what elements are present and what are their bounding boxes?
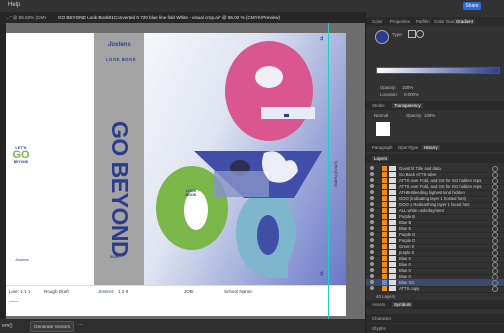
artboard-canvas[interactable]: LET'S GO BEYOND Jostens Jostens LOOK BOO… [6, 23, 365, 319]
footer-page: 1 2 6 [118, 289, 129, 294]
eye-icon[interactable] [370, 226, 374, 230]
location-value[interactable]: 0.000% [404, 92, 419, 97]
transparency-thumb [376, 122, 390, 136]
footer-brand: Jostens [98, 289, 114, 294]
cover-look-book: LOOK BOOK [185, 189, 197, 197]
eye-icon[interactable] [370, 190, 374, 194]
go-text: GO [12, 149, 30, 161]
trans-opacity-value[interactable]: 100% [424, 113, 435, 118]
layers-tabs: Layers [366, 154, 504, 163]
eye-icon[interactable] [370, 286, 374, 290]
eye-icon[interactable] [370, 202, 374, 206]
eye-icon[interactable] [370, 268, 374, 272]
assets-tabs: Assets Symbols [366, 300, 504, 309]
pink-e-shape [225, 41, 315, 141]
location-label: Location: [380, 92, 398, 97]
tab-history[interactable]: History [422, 145, 440, 150]
back-brand-logo: Jostens [15, 257, 29, 262]
tab-symbols[interactable]: Symbols [392, 302, 413, 307]
tab-pathfinder[interactable]: Pathfin [416, 19, 430, 24]
status-bar: ern() Generate Vectors ··· [0, 319, 365, 333]
generate-vectors-button[interactable]: Generate Vectors [30, 321, 74, 332]
layer-row[interactable]: ATTS copy [366, 285, 504, 293]
footer-school: School Name: [224, 289, 253, 294]
school-name-vertical: School Name [333, 160, 339, 187]
status-context: ern() [2, 323, 13, 329]
footer-rough-draft: Rough Draft [44, 289, 69, 294]
job-info-footer: Line: 1 1 1 Rough Draft Jostens 1 2 6 JO… [6, 285, 346, 316]
beyond-text: BEYOND [13, 160, 29, 164]
glyphs-panel: Glyphs [366, 324, 504, 333]
opacity-value[interactable]: 100% [402, 85, 413, 90]
eye-icon[interactable] [370, 280, 374, 284]
radial-gradient-icon[interactable] [416, 30, 424, 38]
eye-icon[interactable] [370, 172, 374, 176]
eye-icon[interactable] [370, 184, 374, 188]
tab-stroke[interactable]: Stroke [372, 103, 385, 108]
eye-icon[interactable] [370, 166, 374, 170]
document-tabs: ..." @ 55.02% (CMYK/Preview) GO BEYOND L… [0, 12, 365, 23]
tab-transparency[interactable]: Transparency [392, 103, 423, 108]
eye-icon[interactable] [370, 274, 374, 278]
tab-character[interactable]: Character [372, 316, 391, 321]
spine-year: 2026 [110, 254, 119, 259]
eye-icon[interactable] [370, 178, 374, 182]
footer-job: JOB: [184, 289, 195, 294]
layers-list: Guest lit Title and data Go Back ATTS-ali… [366, 165, 504, 293]
tab-opentype[interactable]: OpenType [398, 145, 418, 150]
more-options-icon[interactable]: ··· [78, 322, 83, 328]
tab-assets[interactable]: Assets [372, 302, 385, 307]
trans-opacity-label: Opacity: [406, 113, 423, 118]
layers-count: 40 Layers [376, 294, 396, 299]
spine-title: GO BEYOND [107, 121, 133, 258]
menu-bar: Help Share [0, 0, 504, 12]
eye-icon[interactable] [370, 244, 374, 248]
paragraph-tabs: Paragraph OpenType History [366, 143, 504, 152]
tab-color[interactable]: Color [372, 19, 383, 24]
tab-gradient[interactable]: Gradient [454, 19, 475, 24]
eye-icon[interactable] [370, 214, 374, 218]
eye-icon[interactable] [370, 196, 374, 200]
eye-icon[interactable] [370, 250, 374, 254]
tab-properties[interactable]: Properties [390, 19, 410, 24]
stroke-tabs: Stroke Transparency [366, 101, 504, 110]
menu-help[interactable]: Help [8, 2, 20, 8]
gradient-swatch[interactable] [375, 30, 389, 44]
opacity-label: Opacity: [380, 85, 397, 90]
guide-line [328, 23, 329, 319]
spine-look-book: LOOK BOOK [106, 57, 137, 62]
character-panel: Character [366, 314, 504, 323]
tab-glyphs[interactable]: Glyphs [372, 326, 386, 331]
cover-artwork [156, 41, 322, 278]
type-label: Type: [392, 32, 403, 37]
tab-layers[interactable]: Layers [372, 156, 390, 161]
spine-brand-logo: Jostens [108, 42, 131, 48]
eye-icon[interactable] [370, 232, 374, 236]
eye-icon[interactable] [370, 256, 374, 260]
footer-line: Line: 1 1 1 [9, 289, 31, 294]
eye-icon[interactable] [370, 208, 374, 212]
corner-logo-bottom: ᖵ [320, 271, 323, 277]
document-tab-active[interactable]: GO BEYOND Look Book01Converted 0 720 blu… [58, 14, 288, 22]
layer-thumbnail [389, 286, 396, 291]
eye-icon[interactable] [370, 238, 374, 242]
artboard: LET'S GO BEYOND Jostens Jostens LOOK BOO… [6, 33, 346, 316]
linear-gradient-icon[interactable] [408, 30, 416, 38]
layer-color-swatch [382, 286, 387, 291]
blend-mode-select[interactable]: Normal [374, 113, 388, 118]
document-tab-1[interactable]: ..." @ 55.02% (CMYK/Preview) [6, 14, 46, 22]
share-button[interactable]: Share [463, 2, 481, 10]
color-panel-tabs: Color Properties Pathfin Color Guide Gra… [366, 17, 504, 26]
lets-go-beyond-logo: LET'S GO BEYOND [11, 145, 31, 164]
gradient-slider[interactable] [376, 67, 500, 74]
corner-logo-top: ᖵ [320, 36, 323, 42]
properties-panel: Color Properties Pathfin Color Guide Gra… [365, 12, 504, 333]
eye-icon[interactable] [370, 220, 374, 224]
footer-dots: ''''''''''' [9, 300, 19, 305]
layer-name: ATTS copy [399, 286, 420, 291]
eye-icon[interactable] [370, 262, 374, 266]
target-icon[interactable] [492, 286, 498, 292]
tab-paragraph[interactable]: Paragraph [372, 145, 393, 150]
